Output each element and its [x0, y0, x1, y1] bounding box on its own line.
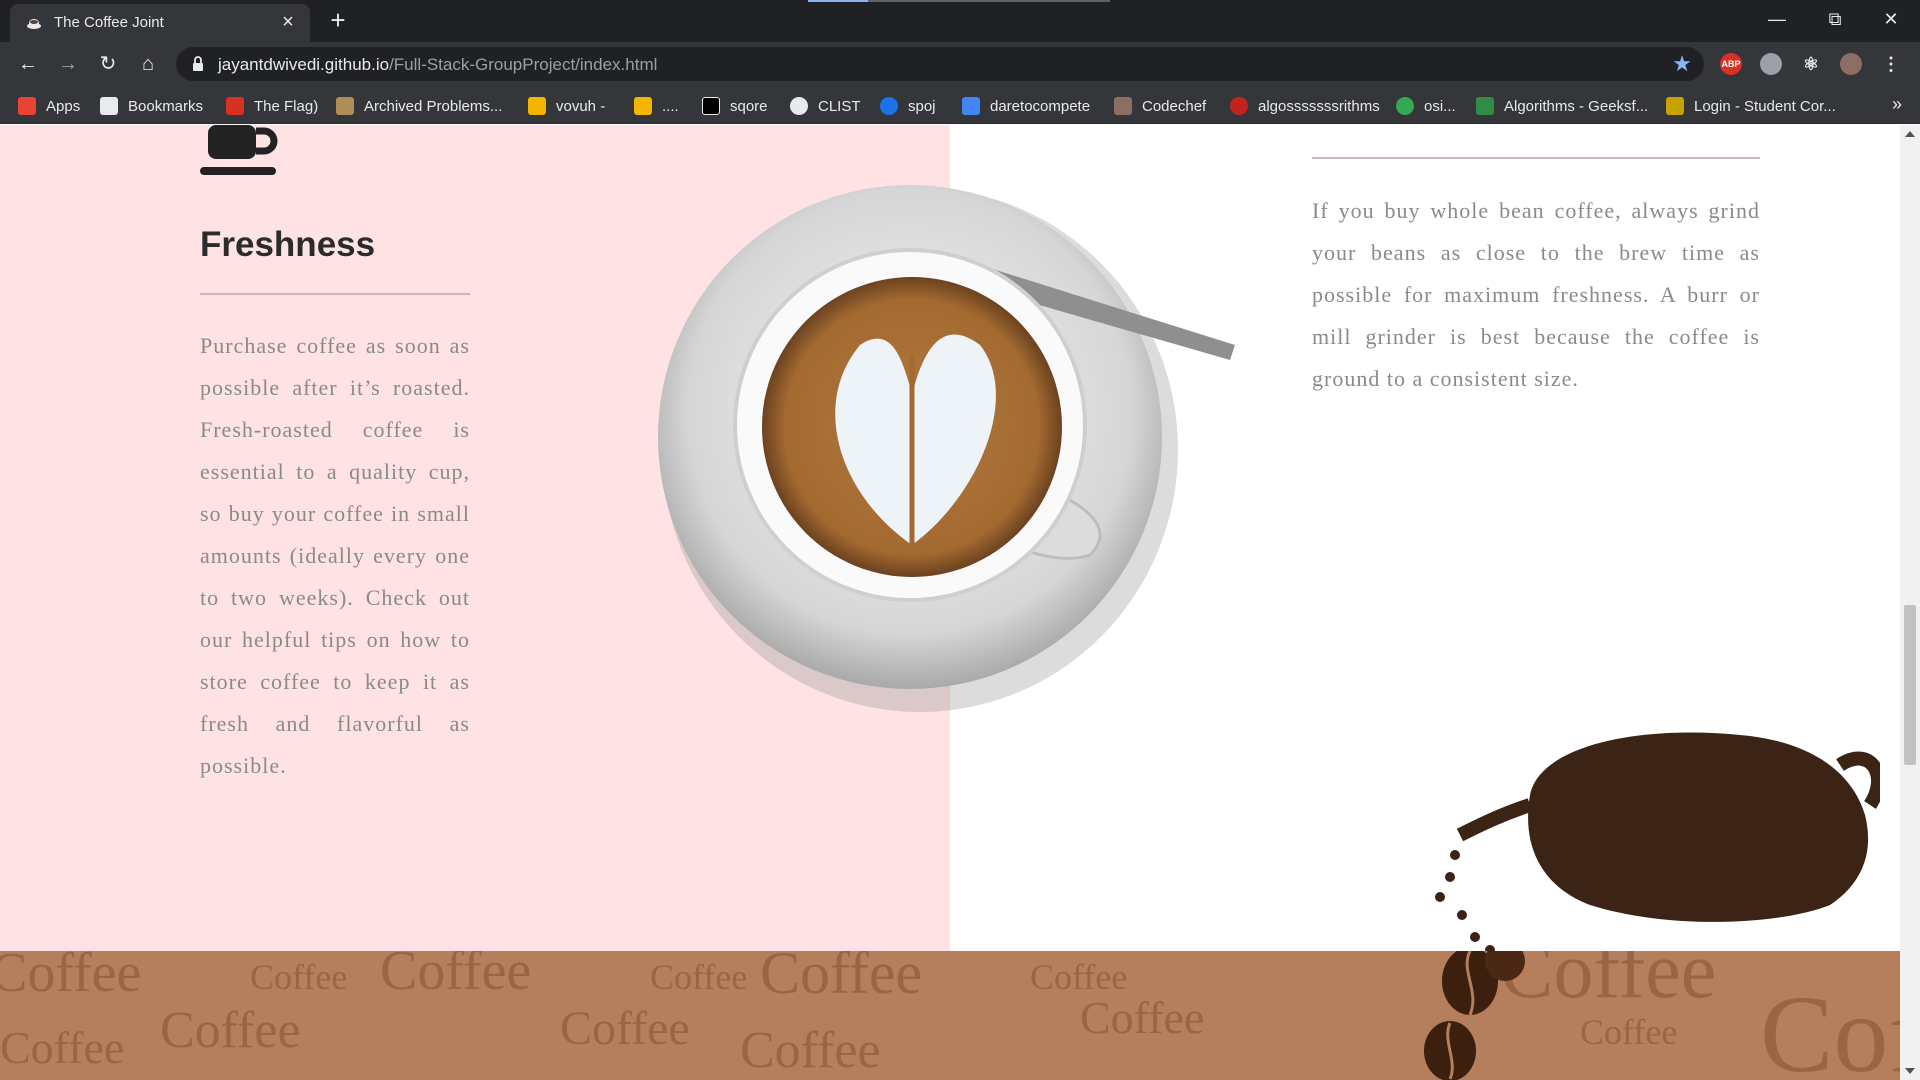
coffee-cup-icon [200, 125, 278, 175]
bookmark-student-login[interactable]: Login - Student Cor... [1666, 95, 1836, 117]
cappuccino-cup-image [658, 185, 1235, 712]
codechef-icon [1114, 97, 1132, 115]
page-scrollbar[interactable] [1900, 125, 1920, 1080]
coffee-banner: Coffee Coffee Coffee Coffee Coffee Coffe… [0, 951, 1900, 1080]
bookmark-the-flag[interactable]: The Flag) [226, 95, 318, 117]
address-bar[interactable]: jayantdwivedi.github.io/Full-Stack-Group… [176, 47, 1704, 81]
url-path: /Full-Stack-GroupProject/index.html [389, 55, 658, 74]
bookmark-clist[interactable]: CLIST [790, 95, 861, 117]
freshness-paragraph: Purchase coffee as soon as possible afte… [200, 333, 470, 778]
browser-toolbar: ← → ↻ ⌂ jayantdwivedi.github.io/Full-Sta… [0, 42, 1920, 86]
camera-extension-icon[interactable] [1760, 53, 1782, 75]
banner-word: Coffee [0, 951, 142, 1004]
bookmark-daretocompete[interactable]: daretocompete [962, 95, 1090, 117]
extensions-puzzle-icon[interactable]: ⚛ [1800, 53, 1822, 75]
bookmark-vovuh[interactable]: vovuh - [528, 95, 605, 117]
browser-tab-strip: The Coffee Joint × + — ⧉ ✕ [0, 0, 1920, 42]
puzzle-icon [962, 97, 980, 115]
codeforces-icon [528, 97, 546, 115]
home-icon[interactable]: ⌂ [134, 50, 162, 78]
browser-tab-active[interactable]: The Coffee Joint × [10, 4, 310, 42]
banner-word: Coffee [1580, 1012, 1678, 1052]
banner-word: Coffee [1080, 992, 1205, 1043]
tab-close-icon[interactable]: × [278, 12, 298, 32]
bookmarks-bar: Apps Bookmarks The Flag) Archived Proble… [0, 86, 1920, 124]
bookmark-star-icon[interactable]: ★ [1672, 51, 1692, 77]
codeforces-icon [634, 97, 652, 115]
banner-word: Coffee [740, 1022, 881, 1079]
bookmark-apps[interactable]: Apps [18, 95, 80, 117]
adblock-plus-extension-icon[interactable]: ABP [1720, 53, 1742, 75]
bookmarks-overflow-chevron-icon[interactable]: » [1892, 94, 1902, 115]
banner-word: Coffee [560, 1002, 690, 1055]
profile-avatar[interactable] [1840, 53, 1862, 75]
coffee-beans-decoration [1424, 951, 1525, 1080]
student-icon [1666, 97, 1684, 115]
bookmark-bookmarks[interactable]: Bookmarks [100, 95, 203, 117]
osi-icon [1396, 97, 1414, 115]
search-icon [1230, 97, 1248, 115]
banner-word: Coffee [650, 957, 748, 997]
freshness-divider [200, 293, 470, 295]
close-window-button[interactable]: ✕ [1862, 0, 1920, 38]
lock-icon [193, 56, 203, 71]
banner-word: Coffee [1500, 951, 1717, 1015]
banner-word: Coffee [380, 951, 532, 1002]
grind-divider [1312, 157, 1760, 159]
forward-arrow-icon[interactable]: → [54, 50, 82, 78]
flag-icon [226, 97, 244, 115]
tab-title: The Coffee Joint [54, 14, 164, 31]
spoj-icon [880, 97, 898, 115]
star-icon [100, 97, 118, 115]
grind-paragraph: If you buy whole bean coffee, always gri… [1312, 198, 1760, 391]
bookmark-geeksforgeeks[interactable]: Algorithms - Geeksf... [1476, 95, 1648, 117]
banner-word: Coffee [0, 1022, 125, 1073]
banner-word: Coffee [250, 957, 348, 997]
bookmark-spoj[interactable]: spoj [880, 95, 936, 117]
tab-loading-track [868, 0, 1110, 2]
scroll-up-arrow-icon[interactable] [1905, 131, 1915, 137]
minimize-window-button[interactable]: — [1748, 0, 1806, 38]
new-tab-button[interactable]: + [324, 6, 352, 34]
restore-window-button[interactable]: ⧉ [1806, 0, 1864, 38]
banner-word: Coffee [1760, 973, 1900, 1080]
bookmark-osi[interactable]: osi... [1396, 95, 1456, 117]
bookmark-codechef[interactable]: Codechef [1114, 95, 1206, 117]
sqore-icon [702, 97, 720, 115]
freshness-heading: Freshness [200, 225, 376, 264]
url-host: jayantdwivedi.github.io [218, 55, 390, 74]
bookmark-archived-problems[interactable]: Archived Problems... [336, 95, 502, 117]
banner-word: Coffee [760, 951, 923, 1006]
scrollbar-thumb[interactable] [1904, 605, 1916, 765]
coffee-beans-teapot-image [1435, 732, 1880, 955]
globe-icon [790, 97, 808, 115]
address-url: jayantdwivedi.github.io/Full-Stack-Group… [218, 55, 657, 75]
page-viewport: Freshness Purchase coffee as soon as pos… [0, 125, 1900, 1080]
back-arrow-icon[interactable]: ← [14, 50, 42, 78]
browser-menu-icon[interactable]: ⋮ [1880, 53, 1902, 75]
tab-loading-indicator [808, 0, 868, 2]
geeksforgeeks-icon [1476, 97, 1494, 115]
bookmark-sqore[interactable]: sqore [702, 95, 768, 117]
bookmark-algorithms[interactable]: algosssssssrithms [1230, 95, 1380, 117]
archive-icon [336, 97, 354, 115]
coffee-cup-favicon-icon [27, 19, 41, 29]
banner-word: Coffee [160, 1002, 301, 1059]
scroll-down-arrow-icon[interactable] [1905, 1068, 1915, 1074]
reload-icon[interactable]: ↻ [94, 50, 122, 78]
apps-grid-icon [18, 97, 36, 115]
bookmark-dots[interactable]: .... [634, 95, 679, 117]
